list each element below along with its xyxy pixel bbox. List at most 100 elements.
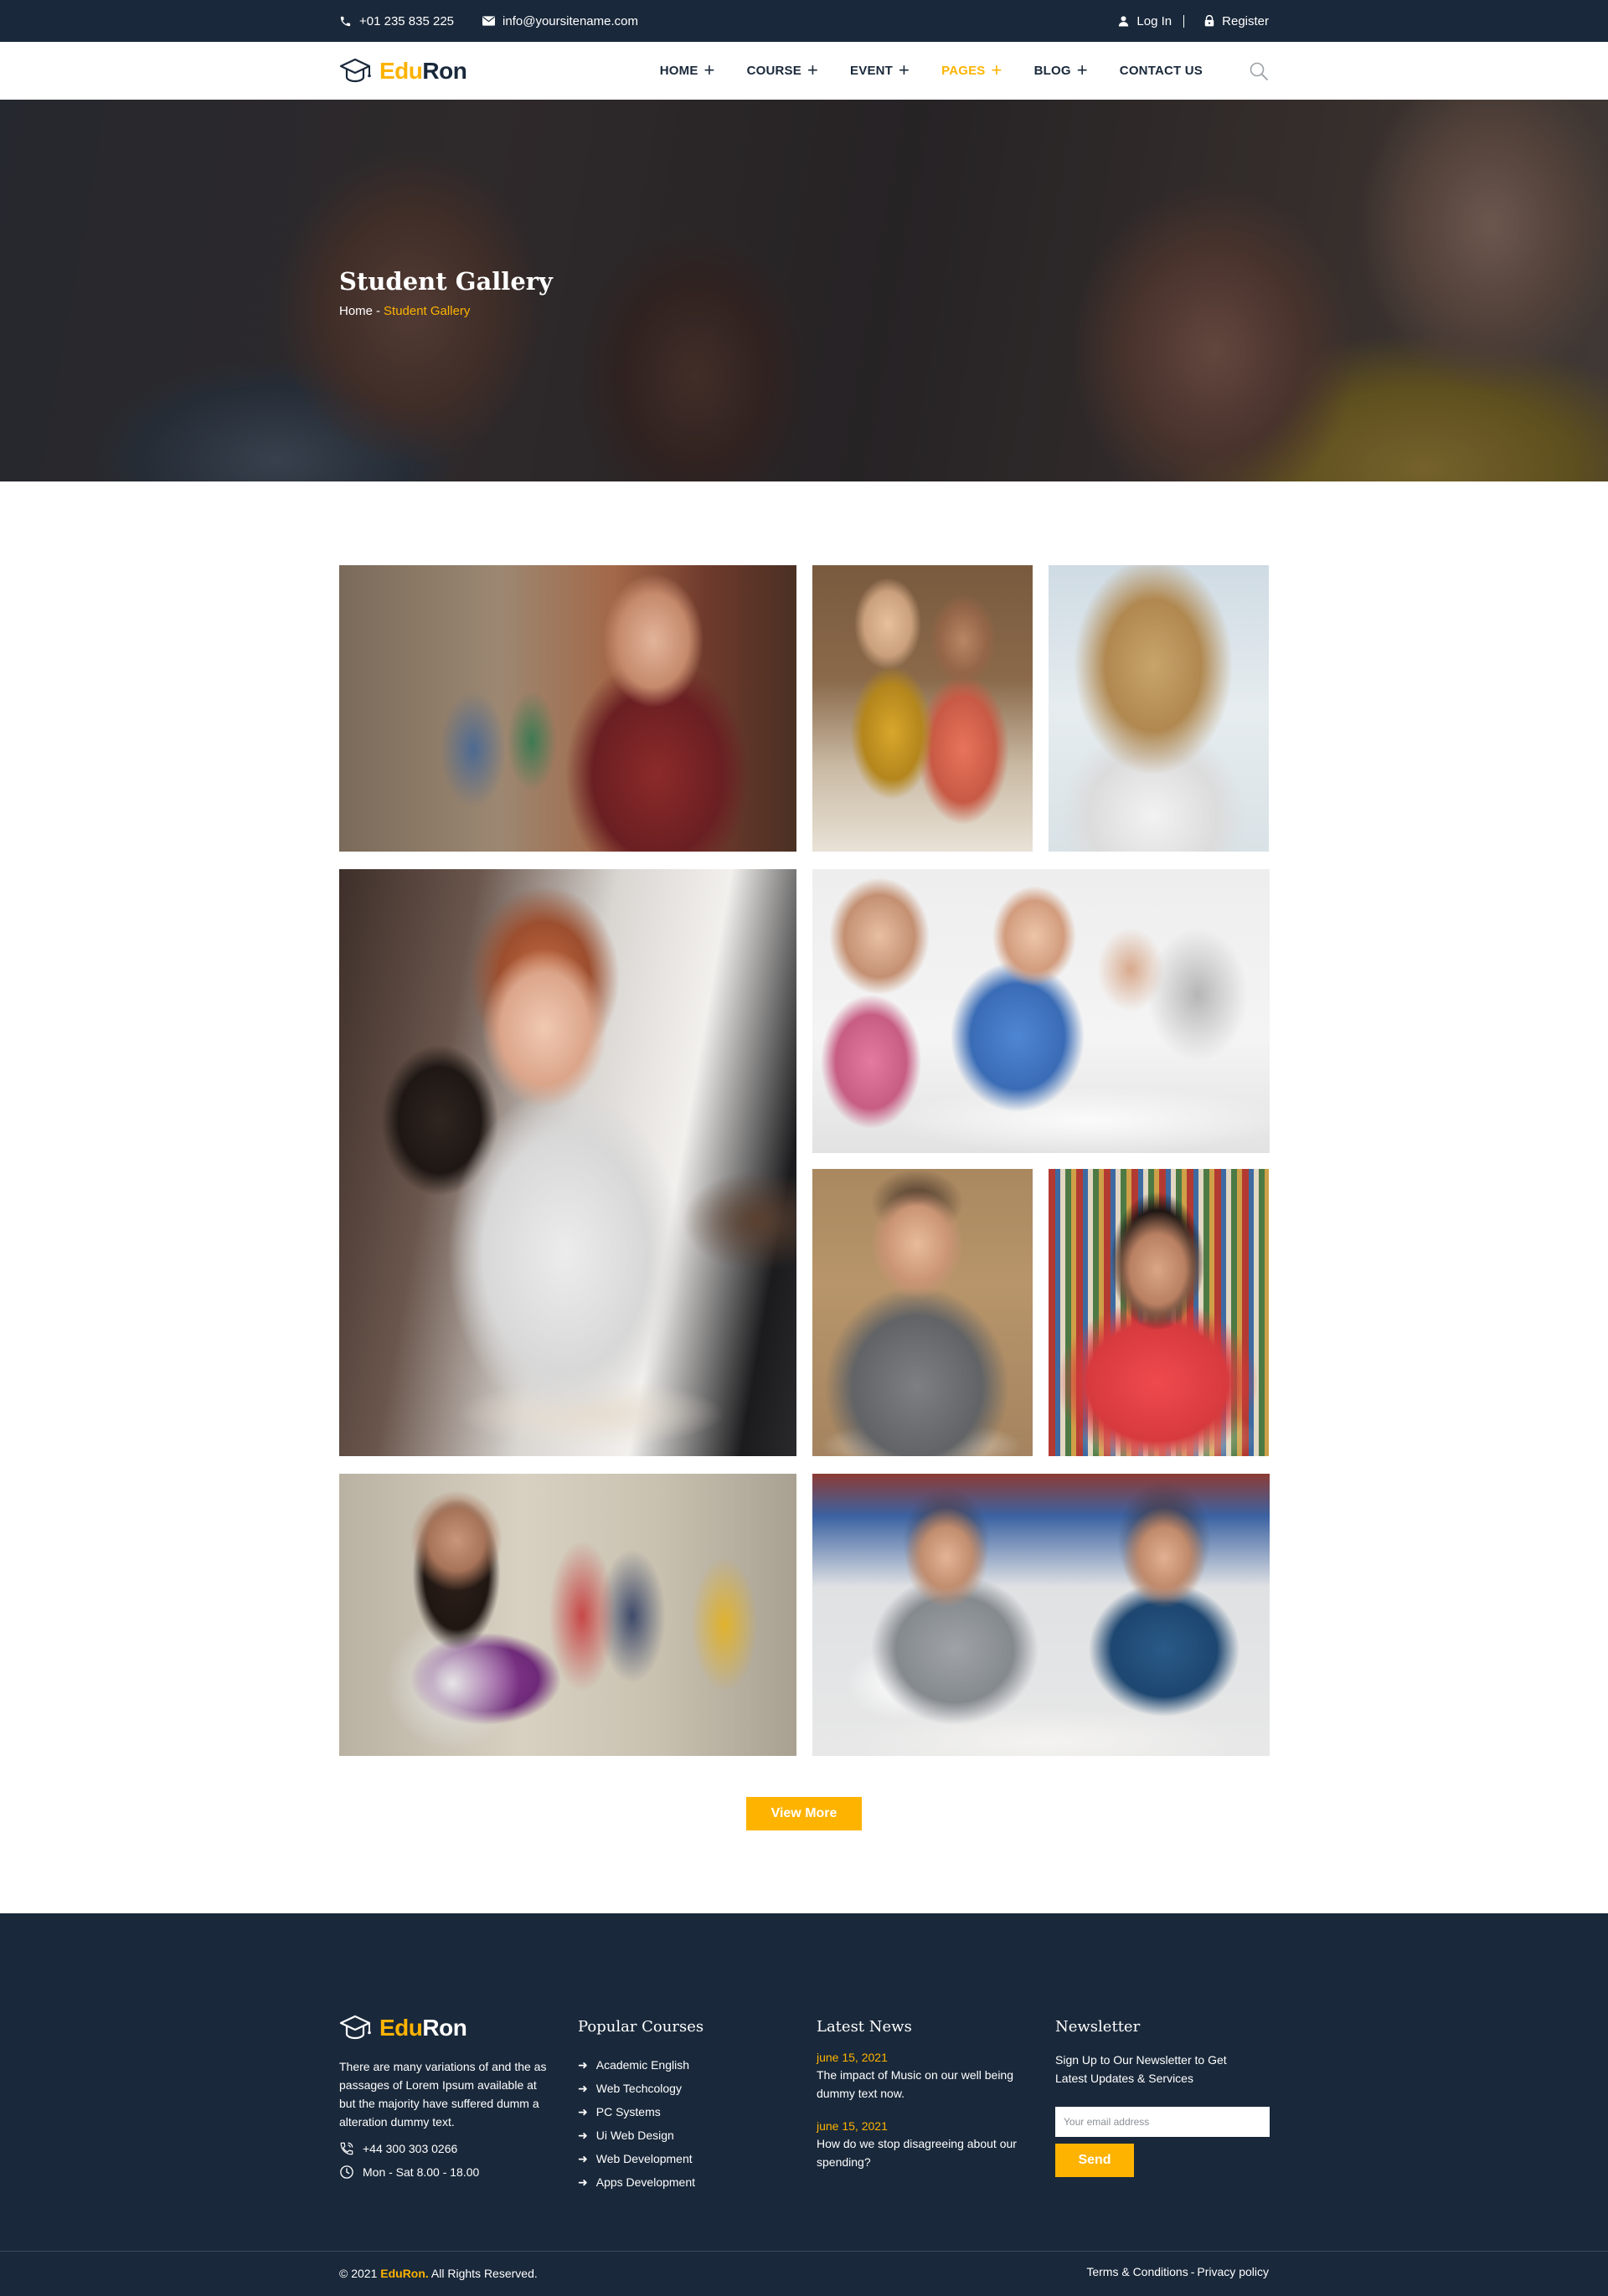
- breadcrumb-current: Student Gallery: [384, 304, 471, 318]
- course-link[interactable]: ➜ Academic English: [578, 2053, 704, 2077]
- arrow-right-icon: ➜: [578, 2104, 588, 2118]
- copyright: © 2021 EduRon. All Rights Reserved.: [339, 2267, 538, 2280]
- footer-logo[interactable]: EduRon: [339, 2014, 549, 2042]
- search-button[interactable]: [1249, 61, 1269, 81]
- user-icon: [1119, 16, 1129, 27]
- phone-icon: [340, 16, 351, 26]
- graduation-cap-icon: [339, 58, 371, 82]
- breadcrumb-separator: -: [376, 304, 381, 318]
- search-icon: [1250, 62, 1268, 80]
- phone-ring-icon: [340, 2142, 353, 2155]
- footer-about-text: There are many variations of and the as …: [339, 2060, 547, 2129]
- footer-divider: [0, 2251, 1608, 2252]
- footer-hours-text: Mon - Sat 8.00 - 18.00: [363, 2165, 480, 2179]
- arrow-right-icon: ➜: [578, 2081, 588, 2095]
- legal-links: Terms & Conditions - Privacy policy: [1086, 2265, 1269, 2278]
- footer-heading: Latest News: [817, 2018, 912, 2036]
- nav-blog[interactable]: BLOG +: [1034, 59, 1088, 80]
- nav-home[interactable]: HOME +: [660, 60, 715, 80]
- course-link[interactable]: ➜ Apps Development: [578, 2170, 704, 2194]
- student-gallery: [0, 481, 1608, 1913]
- gallery-photo-3[interactable]: [1049, 565, 1269, 852]
- breadcrumb-home[interactable]: Home: [339, 304, 373, 318]
- top-bar: +01 235 835 225 info@yoursitename.com Lo…: [0, 0, 1608, 42]
- arrow-right-icon: ➜: [578, 2128, 588, 2142]
- email-contact[interactable]: info@yoursitename.com: [482, 14, 638, 28]
- view-more-button[interactable]: View More: [746, 1797, 862, 1830]
- plus-icon: +: [991, 59, 1002, 80]
- topbar-divider: [1183, 14, 1185, 28]
- arrow-right-icon: ➜: [578, 2057, 588, 2072]
- nav-contact-us[interactable]: CONTACT US: [1120, 64, 1203, 78]
- clock-icon: [340, 2165, 353, 2179]
- news-item[interactable]: june 15, 2021 How do we stop disagreeing…: [817, 2119, 1036, 2171]
- nav-pages[interactable]: PAGES +: [941, 59, 1002, 80]
- copyright-brand[interactable]: EduRon.: [380, 2267, 429, 2280]
- terms-link[interactable]: Terms & Conditions: [1086, 2265, 1188, 2278]
- footer-hours: Mon - Sat 8.00 - 18.00: [339, 2165, 549, 2180]
- news-title[interactable]: How do we stop disagreeing about our spe…: [817, 2134, 1036, 2171]
- nav-event[interactable]: EVENT +: [850, 59, 910, 80]
- gallery-photo-2[interactable]: [812, 565, 1033, 852]
- course-link[interactable]: ➜ PC Systems: [578, 2100, 704, 2124]
- footer-phone-number: +44 300 303 0266: [363, 2142, 458, 2155]
- site-footer: EduRon There are many variations of and …: [0, 1913, 1608, 2296]
- email-address: info@yoursitename.com: [502, 13, 638, 28]
- phone-number: +01 235 835 225: [359, 13, 455, 28]
- login-link[interactable]: Log In: [1118, 14, 1172, 28]
- course-link[interactable]: ➜ Web Techcology: [578, 2077, 704, 2100]
- logo-text: EduRon: [379, 57, 467, 84]
- gallery-photo-8[interactable]: [339, 1474, 796, 1756]
- page-header-banner: Student Gallery Home - Student Gallery: [0, 100, 1608, 481]
- page-title: Student Gallery: [339, 267, 553, 296]
- student-photo: [1049, 1169, 1269, 1456]
- nav-course[interactable]: COURSE +: [747, 59, 819, 80]
- course-link[interactable]: ➜ Ui Web Design: [578, 2124, 704, 2147]
- student-photo: [339, 565, 796, 852]
- course-link[interactable]: ➜ Web Development: [578, 2147, 704, 2170]
- login-label: Log In: [1136, 13, 1172, 28]
- legal-separator: -: [1190, 2265, 1195, 2278]
- footer-latest-news: Latest News june 15, 2021 The impact of …: [817, 2018, 1036, 2171]
- news-date: june 15, 2021: [817, 2119, 888, 2133]
- lock-icon: [1204, 15, 1214, 27]
- page-header-text: Student Gallery Home - Student Gallery: [339, 267, 553, 318]
- primary-menu: HOME + COURSE + EVENT + PAGES + BLOG + CONTAC…: [628, 59, 1203, 80]
- envelope-icon: [482, 16, 496, 26]
- footer-about: EduRon There are many variations of and …: [339, 2014, 549, 2180]
- site-logo[interactable]: EduRon: [339, 57, 467, 85]
- news-title[interactable]: The impact of Music on our well being du…: [817, 2066, 1036, 2103]
- news-item[interactable]: june 15, 2021 The impact of Music on our…: [817, 2051, 1036, 2103]
- student-photo: [339, 1474, 796, 1756]
- plus-icon: +: [899, 59, 910, 80]
- gallery-photo-7[interactable]: [1049, 1169, 1269, 1456]
- main-navbar: EduRon HOME + COURSE + EVENT + PAGES + BLOG +…: [0, 42, 1608, 100]
- footer-heading: Popular Courses: [578, 2018, 704, 2036]
- footer-popular-courses: Popular Courses ➜ Academic English ➜ Web T…: [578, 2018, 704, 2194]
- news-date: june 15, 2021: [817, 2051, 888, 2064]
- register-label: Register: [1222, 13, 1269, 28]
- gallery-photo-4[interactable]: [339, 869, 796, 1456]
- breadcrumb: Home - Student Gallery: [339, 304, 553, 318]
- newsletter-text: Sign Up to Our Newsletter to Get Latest …: [1055, 2053, 1227, 2085]
- graduation-cap-icon: [339, 2015, 371, 2040]
- newsletter-send-button[interactable]: Send: [1055, 2144, 1134, 2177]
- gallery-photo-1[interactable]: [339, 565, 796, 852]
- register-link[interactable]: Register: [1204, 14, 1269, 28]
- newsletter-email-input[interactable]: [1055, 2107, 1270, 2137]
- student-photo: [339, 869, 796, 1456]
- privacy-link[interactable]: Privacy policy: [1197, 2265, 1269, 2278]
- plus-icon: +: [1076, 59, 1088, 80]
- plus-icon: +: [807, 59, 819, 80]
- gallery-photo-9[interactable]: [812, 1474, 1270, 1756]
- student-photo: [812, 1169, 1033, 1456]
- student-photo: [812, 869, 1270, 1153]
- footer-newsletter: Newsletter Sign Up to Our Newsletter to …: [1055, 2018, 1270, 2177]
- phone-contact[interactable]: +01 235 835 225: [339, 14, 454, 28]
- footer-phone[interactable]: +44 300 303 0266: [339, 2141, 549, 2156]
- footer-heading: Newsletter: [1055, 2018, 1141, 2036]
- gallery-photo-5[interactable]: [812, 869, 1270, 1153]
- student-photo: [812, 565, 1033, 852]
- student-photo: [1049, 565, 1269, 852]
- gallery-photo-6[interactable]: [812, 1169, 1033, 1456]
